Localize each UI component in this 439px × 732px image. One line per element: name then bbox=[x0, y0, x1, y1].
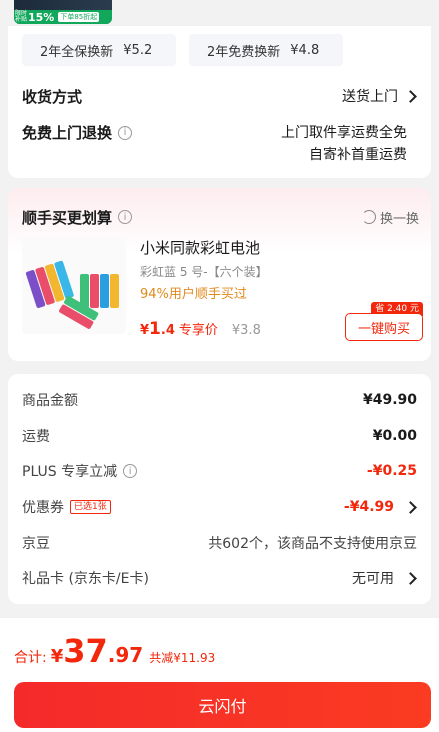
fee-label: PLUS 专享立减 bbox=[22, 464, 118, 480]
fee-label: 运费 bbox=[22, 429, 50, 445]
price-breakdown-card: 商品金额 ¥49.90 运费 ¥0.00 PLUS 专享立减 i -¥0.25 … bbox=[8, 374, 431, 604]
fee-value: 无可用 bbox=[352, 571, 394, 587]
chevron-right-icon bbox=[404, 89, 417, 103]
total-int: 37 bbox=[63, 632, 108, 670]
option-price: ¥4.8 bbox=[290, 42, 320, 58]
addon-original-price: ¥3.8 bbox=[231, 323, 261, 338]
fee-label-wrap: PLUS 专享立减 i bbox=[22, 461, 138, 481]
swap-label: 换一换 bbox=[379, 211, 419, 227]
addon-product-name[interactable]: 小米同款彩虹电池 bbox=[140, 238, 419, 258]
refresh-icon bbox=[361, 210, 376, 224]
product-image-thumbnail: 限时补贴 15% 下单85折起 bbox=[14, 0, 112, 24]
addon-price: ¥1.4 bbox=[140, 319, 175, 339]
fee-value-wrap: 无可用 bbox=[352, 568, 417, 588]
free-return-desc: 上门取件享运费全免 自寄补首重运费 bbox=[281, 122, 407, 166]
pay-button[interactable]: 云闪付 bbox=[14, 682, 431, 728]
fee-label-wrap: 优惠券 已选1张 bbox=[22, 497, 111, 517]
service-option-full-protection[interactable]: 2年全保换新 ¥5.2 bbox=[22, 34, 176, 66]
fee-value: -¥0.25 bbox=[366, 463, 417, 479]
addon-price-int: 1 bbox=[149, 319, 161, 339]
total-label: 合计: bbox=[14, 650, 47, 666]
addon-title: 顺手买更划算 bbox=[22, 208, 113, 227]
total-row: 合计: ¥ 37 .97 共减¥11.93 bbox=[14, 632, 215, 670]
addon-price-dec: .4 bbox=[160, 323, 175, 338]
info-icon[interactable]: i bbox=[123, 464, 138, 478]
fee-label: 京豆 bbox=[22, 536, 50, 552]
addon-price-row: ¥1.4 专享价 ¥3.8 bbox=[140, 319, 261, 339]
option-label: 2年全保换新 bbox=[40, 44, 114, 60]
fee-row-giftcard[interactable]: 礼品卡 (京东卡/E卡) 无可用 bbox=[22, 567, 417, 589]
fee-row-plus-discount: PLUS 专享立减 i -¥0.25 bbox=[22, 460, 417, 482]
coupon-selected-tag: 已选1张 bbox=[70, 500, 111, 514]
fee-row-coupon[interactable]: 优惠券 已选1张 -¥4.99 bbox=[22, 496, 417, 518]
option-price: ¥5.2 bbox=[123, 42, 153, 58]
addon-card: 顺手买更划算 i 换一换 小米同款彩虹电池 彩虹蓝 5 号-【六个装】 94%用… bbox=[8, 188, 431, 361]
free-return-title-wrap: 免费上门退换 i bbox=[22, 122, 133, 143]
delivery-method-value: 送货上门 bbox=[342, 89, 398, 105]
free-return-desc-line2: 自寄补首重运费 bbox=[309, 147, 407, 163]
checkout-bar: 合计: ¥ 37 .97 共减¥11.93 云闪付 bbox=[0, 618, 439, 732]
fee-row-shipping: 运费 ¥0.00 bbox=[22, 425, 417, 447]
fee-value: ¥49.90 bbox=[362, 392, 417, 408]
total-save: 共减¥11.93 bbox=[149, 651, 216, 665]
fee-value: -¥4.99 bbox=[343, 499, 394, 515]
promo-percent: 15% bbox=[28, 10, 55, 24]
fee-label: 礼品卡 (京东卡/E卡) bbox=[22, 571, 149, 587]
chevron-right-icon bbox=[404, 500, 417, 514]
total-currency: ¥ bbox=[50, 646, 64, 667]
addon-product-spec: 彩虹蓝 5 号-【六个装】 bbox=[140, 265, 268, 279]
delivery-method-value-wrap: 送货上门 bbox=[342, 86, 417, 106]
service-card: 2年全保换新 ¥5.2 2年免费换新 ¥4.8 收货方式 送货上门 免费上门退换… bbox=[8, 26, 431, 178]
total-dec: .97 bbox=[107, 643, 144, 667]
battery-product-image[interactable] bbox=[22, 238, 126, 334]
fee-label: 商品金额 bbox=[22, 393, 78, 409]
addon-product-info: 小米同款彩虹电池 彩虹蓝 5 号-【六个装】 94%用户顺手买过 bbox=[140, 238, 419, 304]
option-label: 2年免费换新 bbox=[207, 44, 281, 60]
fee-row-goods: 商品金额 ¥49.90 bbox=[22, 389, 417, 411]
delivery-method-row[interactable]: 收货方式 送货上门 bbox=[22, 84, 417, 108]
promo-mini-text: 限时补贴 bbox=[15, 10, 28, 23]
info-icon[interactable]: i bbox=[118, 210, 133, 224]
delivery-method-label: 收货方式 bbox=[22, 87, 83, 106]
free-return-label: 免费上门退换 bbox=[22, 124, 113, 142]
addon-title-wrap: 顺手买更划算 i bbox=[22, 207, 133, 228]
free-return-desc-line1: 上门取件享运费全免 bbox=[281, 125, 407, 141]
addon-price-symbol: ¥ bbox=[140, 323, 150, 338]
promo-tag: 下单85折起 bbox=[58, 12, 100, 22]
fee-row-jingdou: 京豆 共602个，该商品不支持使用京豆 bbox=[22, 532, 417, 554]
fee-value: ¥0.00 bbox=[372, 428, 417, 444]
addon-price-tag: 专享价 bbox=[178, 323, 218, 338]
swap-button[interactable]: 换一换 bbox=[361, 208, 419, 227]
addon-header: 顺手买更划算 i 换一换 bbox=[22, 207, 419, 227]
info-icon[interactable]: i bbox=[118, 125, 133, 140]
one-click-buy-button[interactable]: 一键购买 bbox=[345, 313, 423, 341]
promo-badge: 限时补贴 15% 下单85折起 bbox=[14, 10, 112, 24]
fee-value-wrap: -¥4.99 bbox=[344, 499, 417, 515]
service-option-free-replace[interactable]: 2年免费换新 ¥4.8 bbox=[189, 34, 343, 66]
free-return-row: 免费上门退换 i 上门取件享运费全免 自寄补首重运费 bbox=[22, 120, 417, 164]
fee-label: 优惠券 bbox=[22, 500, 64, 516]
chevron-right-icon bbox=[404, 571, 417, 585]
fee-value: 共602个，该商品不支持使用京豆 bbox=[208, 536, 417, 552]
